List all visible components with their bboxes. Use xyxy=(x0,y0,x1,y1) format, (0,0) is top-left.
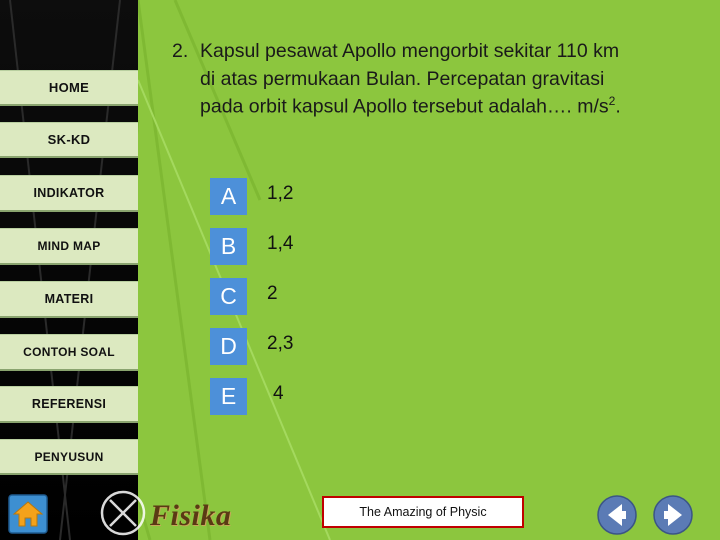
sidebar-item-label: REFERENSI xyxy=(31,397,107,411)
question-line-2: di atas permukaan Bulan. Percepatan grav… xyxy=(200,67,605,90)
footer-banner-text: The Amazing of Physic xyxy=(359,505,487,519)
answer-options: A 1,2 B 1,4 C 2 D 2,3 E 4 xyxy=(210,178,630,428)
question-line-1: Kapsul pesawat Apollo mengorbit sekitar … xyxy=(200,40,620,62)
sidebar-item-indikator[interactable]: INDIKATOR xyxy=(0,175,138,212)
option-row[interactable]: A 1,2 xyxy=(210,178,630,228)
option-row[interactable]: B 1,4 xyxy=(210,228,630,278)
slide: HOME SK-KD INDIKATOR MIND MAP MATERI CON… xyxy=(0,0,720,540)
option-key-c[interactable]: C xyxy=(210,278,247,315)
question-text: Kapsul pesawat Apollo mengorbit sekitar … xyxy=(200,38,700,122)
option-value-b: 1,4 xyxy=(267,233,294,254)
question-line-3-end: . xyxy=(615,95,621,118)
sidebar-item-contoh-soal[interactable]: CONTOH SOAL xyxy=(0,334,138,371)
option-value-c: 2 xyxy=(267,283,278,304)
option-key-e[interactable]: E xyxy=(210,378,247,415)
x-circle-icon[interactable] xyxy=(100,490,146,536)
sidebar-item-materi[interactable]: MATERI xyxy=(0,281,138,318)
sidebar-item-penyusun[interactable]: PENYUSUN xyxy=(0,439,138,475)
option-row[interactable]: C 2 xyxy=(210,278,630,328)
option-key-a[interactable]: A xyxy=(210,178,247,215)
question-block: 2. Kapsul pesawat Apollo mengorbit sekit… xyxy=(172,38,700,122)
sidebar-item-sk-kd[interactable]: SK-KD xyxy=(0,122,138,158)
sidebar-item-label: PENYUSUN xyxy=(34,449,104,464)
option-row[interactable]: E 4 xyxy=(210,378,630,428)
option-value-a: 1,2 xyxy=(267,183,294,204)
option-key-d[interactable]: D xyxy=(210,328,247,365)
sidebar-item-mind-map[interactable]: MIND MAP xyxy=(0,228,138,265)
question-number: 2. xyxy=(172,40,189,62)
option-value-d: 2,3 xyxy=(267,333,294,354)
fisika-logo: Fisika xyxy=(150,499,232,532)
arrow-right-icon[interactable] xyxy=(652,494,694,536)
sidebar-item-label: INDIKATOR xyxy=(33,186,105,200)
option-value-e: 4 xyxy=(273,383,284,404)
home-icon[interactable] xyxy=(8,494,48,534)
sidebar-item-label: MIND MAP xyxy=(37,239,101,253)
option-row[interactable]: D 2,3 xyxy=(210,328,630,378)
sidebar-item-label: HOME xyxy=(48,80,90,95)
footer-banner: The Amazing of Physic xyxy=(322,496,524,528)
sidebar-item-referensi[interactable]: REFERENSI xyxy=(0,386,138,423)
option-key-b[interactable]: B xyxy=(210,228,247,265)
sidebar-item-label: CONTOH SOAL xyxy=(23,345,115,359)
question-line-3: pada orbit kapsul Apollo tersebut adalah… xyxy=(200,95,609,118)
sidebar-item-label: MATERI xyxy=(44,292,94,306)
sidebar-item-label: SK-KD xyxy=(47,132,91,147)
sidebar-item-home[interactable]: HOME xyxy=(0,70,138,106)
arrow-left-icon[interactable] xyxy=(596,494,638,536)
